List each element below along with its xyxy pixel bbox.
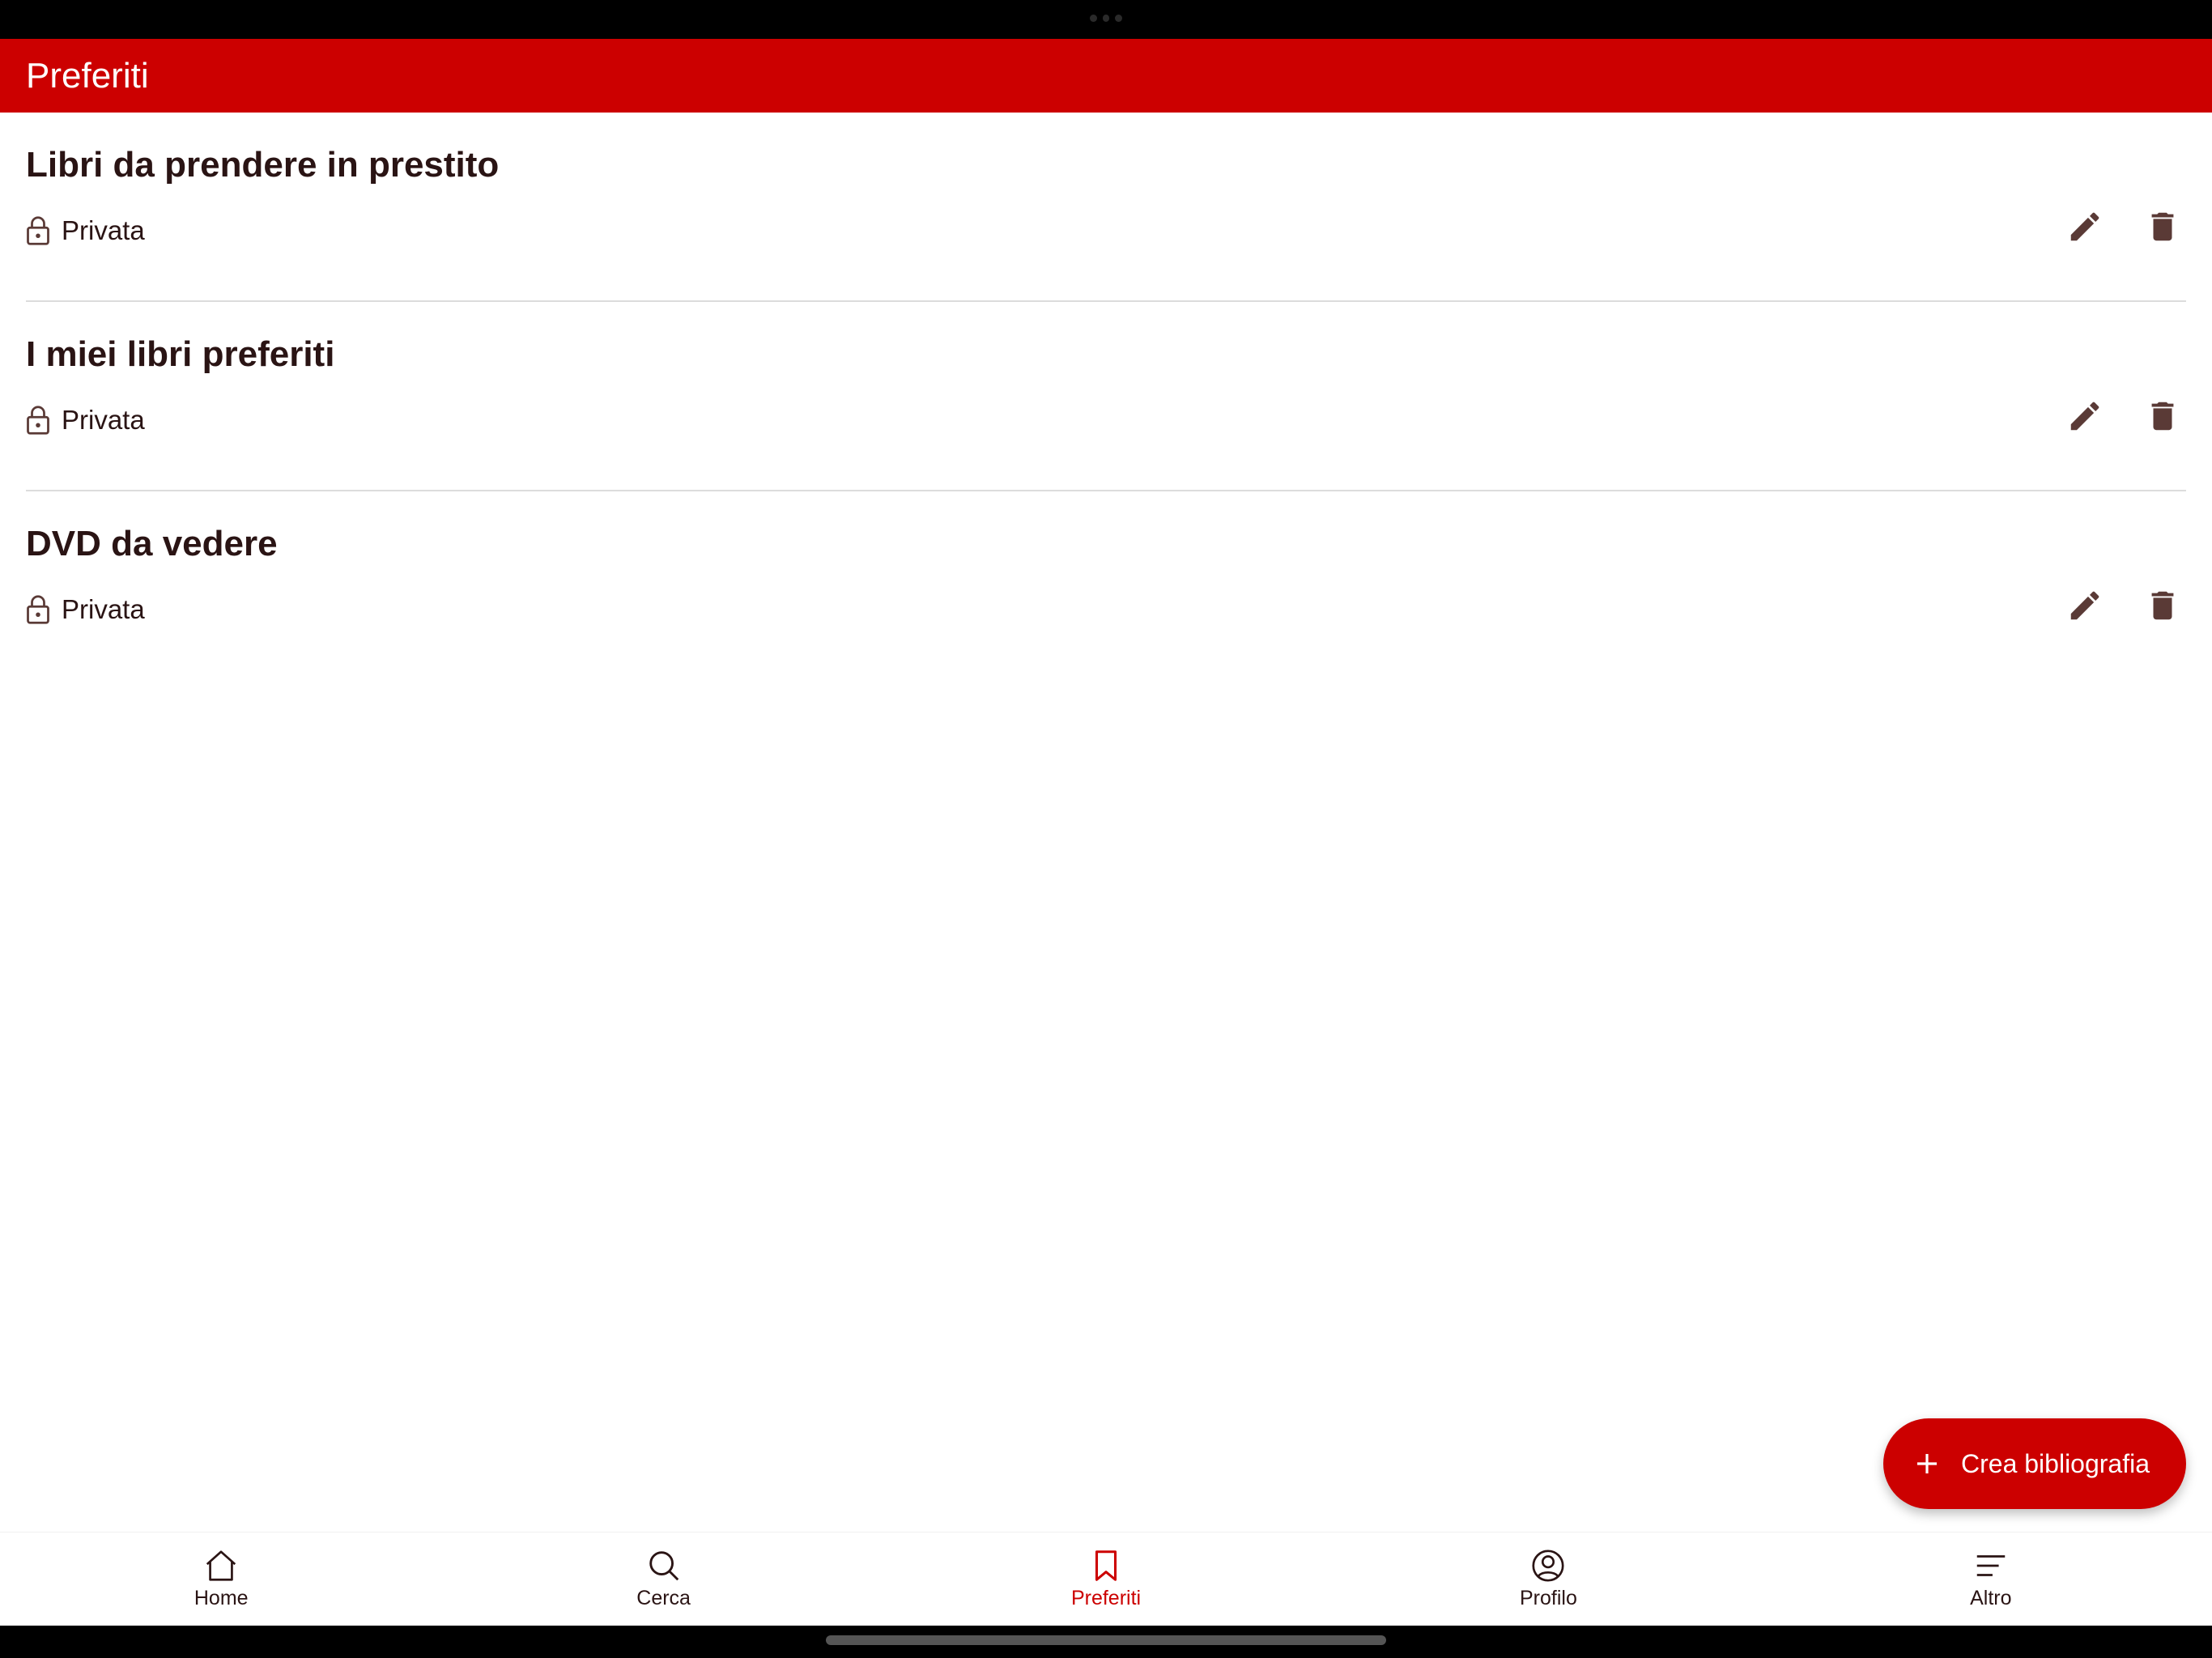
nav-item-home[interactable]: Home [0, 1533, 442, 1626]
home-indicator[interactable] [826, 1635, 1386, 1645]
multitask-dots[interactable] [1090, 15, 1123, 23]
menu-icon [1976, 1555, 2006, 1576]
lock-icon [27, 216, 49, 245]
item-actions [2061, 203, 2186, 250]
privacy-status: Privata [26, 593, 145, 626]
list-item[interactable]: DVD da vedere Privata [26, 491, 2186, 681]
privacy-status: Privata [26, 215, 145, 247]
edit-button[interactable] [2061, 393, 2108, 440]
list-item-title[interactable]: Libri da prendere in prestito [26, 143, 499, 187]
fab-label: Crea bibliografia [1961, 1448, 2150, 1478]
nav-item-profile[interactable]: Profilo [1327, 1533, 1769, 1626]
favorites-list: Libri da prendere in prestito Privata I … [26, 113, 2186, 681]
plus-icon [1917, 1454, 1937, 1473]
app-bar: Preferiti [0, 39, 2212, 113]
page-title: Preferiti [26, 56, 149, 96]
item-actions [2061, 393, 2186, 440]
nav-label: Preferiti [1070, 1587, 1142, 1609]
privacy-status: Privata [26, 404, 145, 436]
pencil-icon [2070, 591, 2099, 620]
nav-item-more[interactable]: Altro [1770, 1533, 2212, 1626]
list-item-title[interactable]: I miei libri preferiti [26, 333, 334, 376]
pencil-icon [2070, 402, 2099, 431]
privacy-label: Privata [62, 215, 145, 245]
bottom-navigation: Home Cerca Preferiti Profilo Altro [0, 1532, 2212, 1626]
trash-icon [2151, 212, 2174, 241]
list-item-title[interactable]: DVD da vedere [26, 522, 278, 566]
nav-item-search[interactable]: Cerca [442, 1533, 884, 1626]
delete-button[interactable] [2139, 203, 2186, 250]
bookmark-icon [1095, 1550, 1117, 1581]
nav-label: Cerca [636, 1587, 691, 1609]
nav-label: Altro [1970, 1587, 2012, 1609]
privacy-label: Privata [62, 594, 145, 624]
list-item[interactable]: I miei libri preferiti Privata [26, 302, 2186, 491]
search-icon [649, 1551, 678, 1581]
home-icon [206, 1550, 236, 1581]
list-item[interactable]: Libri da prendere in prestito Privata [26, 113, 2186, 302]
delete-button[interactable] [2139, 393, 2186, 440]
edit-button[interactable] [2061, 203, 2108, 250]
privacy-label: Privata [62, 405, 145, 435]
delete-button[interactable] [2139, 582, 2186, 629]
profile-icon [1532, 1550, 1564, 1582]
nav-label: Home [194, 1587, 249, 1609]
nav-item-favorites[interactable]: Preferiti [885, 1533, 1327, 1626]
edit-button[interactable] [2061, 582, 2108, 629]
item-actions [2061, 582, 2186, 629]
app-window: Preferiti Libri da prendere in prestito … [0, 39, 2212, 1626]
lock-icon [27, 406, 49, 435]
create-bibliography-button[interactable]: Crea bibliografia [1883, 1418, 2186, 1509]
pencil-icon [2070, 212, 2099, 241]
status-bar [0, 0, 2212, 39]
nav-label: Profilo [1519, 1587, 1577, 1609]
home-indicator-area [0, 1626, 2212, 1658]
lock-icon [27, 595, 49, 624]
trash-icon [2151, 591, 2174, 620]
trash-icon [2151, 402, 2174, 431]
